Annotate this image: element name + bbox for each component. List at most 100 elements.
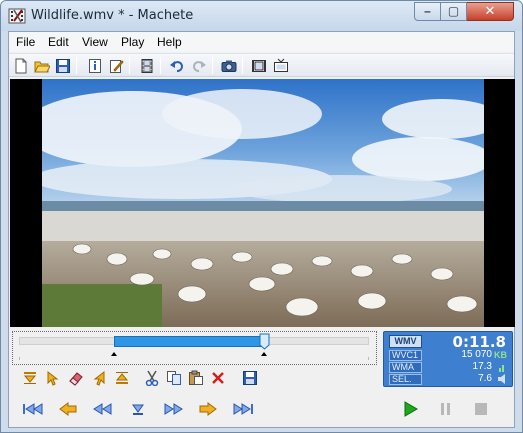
undo-button[interactable] [167,56,187,76]
window-title: Wildlife.wmv * - Machete [31,8,194,23]
toolbar-separator [242,57,243,74]
video-preview[interactable] [10,79,515,327]
toolbar-separator [76,57,77,74]
go-to-start-button[interactable] [20,399,46,419]
toolbar-separator [212,57,213,74]
copy-button[interactable] [164,368,184,388]
cut-button[interactable] [142,368,162,388]
timeline-thumb[interactable] [259,333,270,350]
go-to-start-icon [23,403,43,415]
toolbar-separator [129,57,130,74]
tv-preview-button[interactable] [271,56,291,76]
edit-tags-icon [110,60,124,73]
selection-value: 7.6 [478,373,492,384]
selection-label: SEL. [389,374,422,385]
format-badge: WMV [389,335,422,348]
transport-controls [12,395,512,425]
select-to-end-button[interactable] [89,368,109,388]
menu-help[interactable]: Help [157,35,182,49]
mark-out-button[interactable] [112,368,132,388]
file-size-unit: KB [494,350,507,360]
previous-keyframe-button[interactable] [55,399,81,419]
current-position-icon [132,404,144,415]
title-bar[interactable]: Wildlife.wmv * - Machete – ▢ ✕ [1,1,522,31]
menu-play[interactable]: Play [121,35,144,49]
redo-button[interactable] [189,56,209,76]
edit-tags-button[interactable] [106,56,126,76]
minimize-icon: – [424,4,431,18]
pause-icon [441,403,450,415]
menu-edit[interactable]: Edit [48,35,69,49]
rewind-button[interactable] [90,399,116,419]
go-to-end-button[interactable] [230,399,256,419]
select-to-start-button[interactable] [43,368,63,388]
save-icon [56,59,70,73]
mark-in-button[interactable] [20,368,40,388]
play-icon [404,401,418,417]
audio-value: 17.3 [472,361,492,372]
fast-forward-icon [164,403,183,415]
next-keyframe-button[interactable] [195,399,221,419]
fast-forward-button[interactable] [160,399,186,419]
mark-out-icon [115,372,129,384]
save-selection-button[interactable] [240,368,260,388]
mark-in-icon [23,372,37,384]
delete-icon [212,372,224,384]
snapshot-camera-icon [221,60,237,72]
paste-button[interactable] [186,368,206,388]
close-button[interactable]: ✕ [467,2,514,21]
save-button[interactable] [53,56,73,76]
new-file-button[interactable] [11,56,31,76]
video-frames-button[interactable] [249,56,269,76]
file-info-icon [89,59,101,73]
delete-button[interactable] [208,368,228,388]
snapshot-button[interactable] [219,56,239,76]
audio-codec-label: WMA [389,362,422,373]
app-window: Wildlife.wmv * - Machete – ▢ ✕ File Edit… [0,0,523,433]
media-info-panel: WMV 0:11.8 WVC1 15 070 KB WMA 17.3 SEL. … [383,331,513,387]
client-area: File Edit View Play Help WMV 0:11.8 WVC1… [8,31,515,428]
paste-icon [189,370,203,385]
film-properties-icon [141,59,153,73]
toolbar-separator [160,57,161,74]
new-file-icon [15,58,27,74]
menu-view[interactable]: View [82,35,108,49]
current-position-button[interactable] [125,399,151,419]
open-button[interactable] [32,56,52,76]
play-button[interactable] [398,399,424,419]
stop-icon [475,403,487,415]
close-icon: ✕ [484,3,496,18]
undo-icon [170,61,184,72]
file-size-value: 15 070 [461,349,492,360]
maximize-button[interactable]: ▢ [441,2,467,21]
redo-icon [192,61,206,72]
selection-end-marker[interactable] [261,352,267,356]
volume-icon[interactable] [497,374,508,384]
next-keyframe-icon [199,402,217,416]
minimize-button[interactable]: – [414,2,441,21]
menu-file[interactable]: File [16,35,35,49]
maximize-icon: ▢ [447,4,460,18]
film-properties-button[interactable] [137,56,157,76]
rewind-icon [93,403,112,415]
previous-keyframe-icon [59,402,77,416]
eraser-button[interactable] [66,368,86,388]
main-toolbar [9,53,514,77]
menu-bar: File Edit View Play Help [9,32,514,52]
selection-start-marker[interactable] [110,352,117,356]
video-frame-image [42,79,484,327]
copy-icon [167,371,181,385]
stop-button[interactable] [468,399,494,419]
timeline-slider[interactable] [12,331,377,365]
pause-button[interactable] [433,399,459,419]
timeline-selection[interactable] [113,336,264,347]
timeline-ticks [19,357,369,360]
video-frames-icon [252,60,266,72]
select-to-end-icon [93,370,105,386]
audio-level-icon [499,365,504,372]
file-info-button[interactable] [85,56,105,76]
video-codec-label: WVC1 [389,350,422,361]
eraser-icon [69,372,83,386]
open-folder-icon [34,61,50,73]
cut-icon [145,370,159,386]
